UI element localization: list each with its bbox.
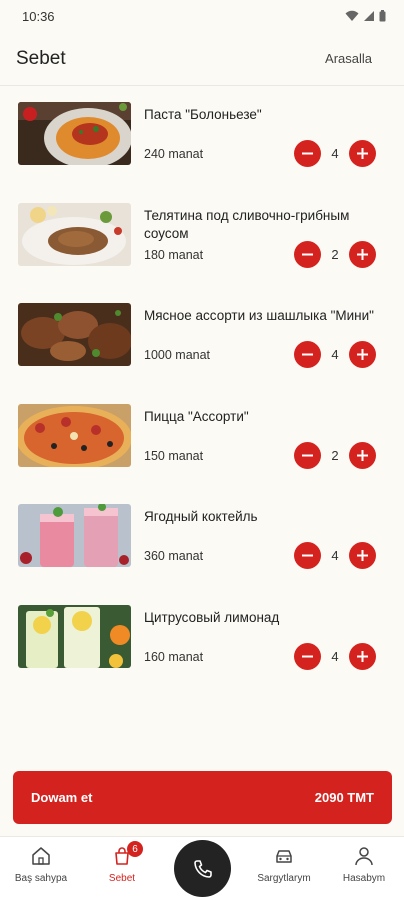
item-price: 240 manat: [144, 147, 204, 161]
item-price: 180 manat: [144, 247, 204, 262]
continue-label: Dowam et: [31, 790, 93, 805]
quantity-value: 4: [331, 648, 339, 664]
cart-badge: 6: [127, 841, 143, 857]
cart-item: Мясное ассорти из шашлыка "Мини" 1000 ma…: [0, 297, 404, 398]
decrease-button[interactable]: [294, 441, 321, 469]
nav-account-label: Hasabym: [342, 873, 386, 884]
item-name: Пицца "Ассорти": [144, 408, 249, 424]
item-name: Паста "Болоньезе": [144, 107, 262, 122]
continue-button[interactable]: Dowam et 2090 TMT: [13, 771, 392, 824]
cart-item: Телятина под сливочно-грибным соусом 180…: [0, 197, 404, 298]
user-icon: [355, 847, 373, 866]
clear-cart-button[interactable]: Arasalla: [325, 51, 372, 66]
quantity-stepper: 4: [294, 341, 376, 369]
increase-button[interactable]: [349, 240, 376, 268]
item-name: Мясное ассорти из шашлыка "Мини": [144, 308, 374, 324]
item-name: Телятина под сливочно-грибным соусом: [144, 207, 350, 241]
minus-icon: [302, 554, 313, 557]
signal-icon: [364, 11, 374, 21]
minus-icon: [302, 454, 313, 457]
quantity-value: 2: [331, 447, 339, 463]
minus-icon: [302, 253, 313, 256]
quantity-value: 2: [331, 246, 339, 262]
status-bar: 10:36: [0, 0, 404, 32]
call-button[interactable]: [174, 840, 231, 897]
minus-icon: [302, 152, 313, 155]
nav-home[interactable]: Baş sahypa: [1, 845, 81, 884]
item-name: Цитрусовый лимонад: [144, 609, 280, 625]
page-title: Sebet: [16, 47, 66, 69]
decrease-button[interactable]: [294, 140, 321, 167]
nav-orders[interactable]: Sargytlarym: [244, 845, 324, 884]
item-body: Паста "Болоньезе" 240 manat 4: [144, 96, 404, 197]
status-icons: [345, 10, 386, 22]
increase-button[interactable]: [349, 341, 376, 369]
pizza-image: [18, 403, 131, 467]
quantity-stepper: 4: [294, 542, 376, 570]
status-time: 10:36: [22, 8, 55, 24]
minus-icon: [302, 353, 313, 356]
quantity-stepper: 4: [294, 642, 376, 670]
item-body: Телятина под сливочно-грибным соусом 180…: [144, 197, 404, 298]
item-price: 360 manat: [144, 549, 204, 564]
increase-button[interactable]: [349, 642, 376, 670]
home-icon: [32, 847, 50, 865]
item-body: Пицца "Ассорти" 150 manat 2: [144, 398, 404, 499]
cart-item: Пицца "Ассорти" 150 manat 2: [0, 398, 404, 499]
item-body: Цитрусовый лимонад 160 manat 4: [144, 599, 404, 700]
item-body: Ягодный коктейль 360 manat 4: [144, 498, 404, 599]
item-price: 150 manat: [144, 448, 204, 463]
quantity-value: 4: [331, 347, 339, 363]
quantity-stepper: 2: [294, 240, 376, 268]
car-icon: [276, 850, 292, 863]
nav-account[interactable]: Hasabym: [324, 845, 404, 884]
item-name: Ягодный коктейль: [144, 509, 258, 525]
wifi-icon: [345, 10, 359, 21]
item-body: Мясное ассорти из шашлыка "Мини" 1000 ma…: [144, 297, 404, 398]
quantity-stepper: 4: [294, 140, 376, 167]
berry-smoothie-image: [18, 504, 131, 568]
pasta-image: [18, 102, 131, 165]
increase-button[interactable]: [349, 140, 376, 167]
cart-list: Паста "Болоньезе" 240 manat 4 Телятина п…: [0, 96, 404, 700]
nav-cart[interactable]: 6 Sebet: [82, 841, 162, 884]
app-header: Sebet Arasalla: [0, 32, 404, 86]
decrease-button[interactable]: [294, 542, 321, 570]
item-price: 160 manat: [144, 649, 204, 664]
item-price: 1000 manat: [144, 348, 211, 363]
plus-icon: [357, 349, 368, 361]
plus-icon: [357, 650, 368, 662]
battery-icon: [379, 10, 386, 22]
plus-icon: [357, 550, 368, 562]
plus-icon: [357, 248, 368, 260]
phone-icon: [193, 859, 212, 878]
nav-home-label: Baş sahypa: [14, 873, 68, 884]
cart-item: Цитрусовый лимонад 160 manat 4: [0, 599, 404, 700]
decrease-button[interactable]: [294, 341, 321, 369]
increase-button[interactable]: [349, 542, 376, 570]
nav-cart-label: Sebet: [108, 873, 136, 884]
decrease-button[interactable]: [294, 240, 321, 268]
cart-item: Паста "Болоньезе" 240 manat 4: [0, 96, 404, 197]
increase-button[interactable]: [349, 441, 376, 469]
total-amount: 2090 TMT: [314, 790, 374, 805]
quantity-value: 4: [331, 146, 339, 161]
shashlik-image: [18, 303, 131, 367]
plus-icon: [357, 449, 368, 461]
cart-item: Ягодный коктейль 360 manat 4: [0, 498, 404, 599]
plus-icon: [357, 148, 368, 159]
decrease-button[interactable]: [294, 642, 321, 670]
quantity-value: 4: [331, 548, 339, 564]
minus-icon: [302, 655, 313, 658]
lemonade-image: [18, 604, 131, 668]
quantity-stepper: 2: [294, 441, 376, 469]
nav-orders-label: Sargytlarym: [257, 873, 311, 884]
veal-dish-image: [18, 202, 131, 266]
